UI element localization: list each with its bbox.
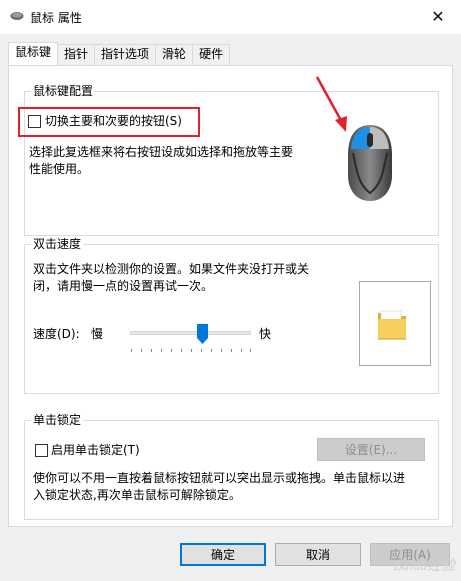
swap-buttons-checkbox[interactable] (28, 115, 41, 128)
double-click-legend: 双击速度 (31, 237, 84, 251)
watermark: Baidu经验 (393, 559, 455, 574)
speed-slider-thumb[interactable] (197, 324, 209, 344)
swap-buttons-label[interactable]: 切换主要和次要的按钮(S) (45, 113, 182, 130)
close-icon: ✕ (431, 6, 445, 26)
click-lock-legend: 单击锁定 (31, 413, 84, 427)
click-lock-description-1: 使你可以不用一直按着鼠标按钮就可以突出显示或拖拽。单击鼠标以进 (33, 471, 406, 485)
tab-wheel[interactable]: 滑轮 (155, 44, 194, 65)
click-lock-label[interactable]: 启用单击锁定(T) (51, 442, 140, 459)
tab-panel: 鼠标键配置 切换主要和次要的按钮(S) 选择此复选框来将右按钮设成如选择和拖放等… (8, 65, 453, 527)
double-click-description-1: 双击文件夹以检测你的设置。如果文件夹没打开或关 (33, 262, 310, 276)
double-click-description-2: 闭，请用慢一点的设置再试一次。 (33, 279, 214, 293)
tab-pointer-options[interactable]: 指针选项 (94, 44, 157, 65)
button-config-group: 鼠标键配置 切换主要和次要的按钮(S) 选择此复选框来将右按钮设成如选择和拖放等… (18, 76, 439, 236)
fast-label: 快 (259, 327, 272, 341)
speed-slider-track[interactable] (130, 331, 251, 335)
close-button[interactable]: ✕ (415, 0, 461, 32)
tab-buttons[interactable]: 鼠标键 (8, 42, 59, 65)
cancel-button[interactable]: 取消 (275, 543, 361, 566)
ok-button[interactable]: 确定 (180, 543, 266, 566)
click-lock-checkbox[interactable] (35, 444, 48, 457)
double-click-test-area[interactable] (359, 281, 431, 366)
tab-hardware[interactable]: 硬件 (192, 44, 231, 65)
speed-slider-ticks (130, 349, 251, 354)
folder-icon[interactable] (376, 307, 408, 341)
window-title: 鼠标 属性 (30, 11, 82, 25)
button-config-description-1: 选择此复选框来将右按钮设成如选择和拖放等主要 (29, 145, 294, 159)
click-lock-group: 单击锁定 启用单击锁定(T) 设置(E)... 使你可以不用一直按着鼠标按钮就可… (24, 413, 439, 520)
mouse-app-icon (10, 12, 24, 20)
click-lock-description-2: 入锁定状态,再次单击鼠标可解除锁定。 (33, 488, 241, 502)
speed-label: 速度(D): (33, 327, 80, 341)
button-config-legend: 鼠标键配置 (31, 84, 96, 98)
click-lock-settings-button[interactable]: 设置(E)... (317, 438, 425, 461)
tab-strip: 鼠标键 指针 指针选项 滑轮 硬件 (8, 42, 231, 65)
mouse-illustration-icon (348, 125, 392, 201)
tab-pointers[interactable]: 指针 (57, 44, 96, 65)
button-config-description-2: 性能使用。 (29, 162, 90, 176)
slow-label: 慢 (91, 327, 104, 341)
title-bar: 鼠标 属性 ✕ (0, 0, 461, 34)
double-click-group: 双击速度 双击文件夹以检测你的设置。如果文件夹没打开或关 闭，请用慢一点的设置再… (24, 237, 439, 394)
dialog-body: 鼠标键 指针 指针选项 滑轮 硬件 鼠标键配置 切换主要和次要的按钮(S) 选择… (0, 34, 461, 581)
